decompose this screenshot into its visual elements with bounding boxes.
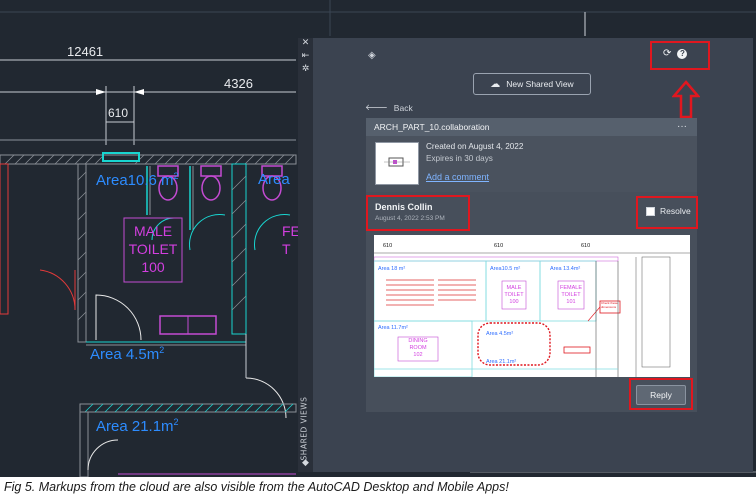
add-comment-link[interactable]: Add a comment (426, 172, 489, 182)
up-arrow-annotation (672, 80, 700, 119)
highlight-box (650, 41, 710, 70)
figure-caption: Fig 5. Markups from the cloud are also v… (4, 480, 509, 494)
markup-dim-label: 610 (581, 243, 591, 249)
room-area-label: Area 21.1m2 (96, 417, 179, 435)
shared-view-thumbnail[interactable] (375, 142, 419, 185)
markup-room-label: Area10.5 m² (490, 266, 521, 272)
collapse-icon[interactable]: ⇤ (300, 51, 311, 61)
dimension-label: 12461 (67, 44, 104, 59)
expiry-text: Expires in 30 days (426, 154, 493, 163)
more-options-icon[interactable]: ··· (677, 118, 687, 136)
thumbnail-drawing (384, 157, 410, 167)
markup-room-label: Area 11.7m² (378, 325, 408, 331)
markup-room-label: Area 4.5m² (486, 331, 514, 337)
new-shared-view-button[interactable]: ☁ New Shared View (473, 73, 591, 95)
autocad-drawing-area[interactable]: 12461 4326 610 Area10.6 m2 Area MALE TOI… (0, 0, 756, 477)
markup-dim-label: 610 (494, 243, 504, 249)
markup-comment: Dennis Collin August 4, 2022 2:53 PM Res… (366, 192, 698, 412)
shared-view-card: ARCH_PART_10.collaboration ··· Created o… (366, 118, 697, 192)
markup-room-label: Area 21.1m² (486, 359, 517, 365)
created-date: Created on August 4, 2022 (426, 142, 524, 151)
close-icon[interactable]: ✕ (300, 38, 311, 48)
room-area-label: Area 4.5m2 (90, 345, 165, 363)
markup-dim-label: 610 (383, 243, 393, 249)
shared-views-palette: ✕ ⇤ ✲ SHARED VIEWS ◆ ◈ ⟳ ? ☁ New Shared … (298, 38, 753, 472)
dimension-label: 4326 (224, 76, 253, 91)
markup-room-label: Area 13.4m² (550, 266, 581, 272)
dimension-label: 610 (108, 106, 129, 120)
markup-room-name: DINING ROOM 102 (408, 338, 428, 358)
room-name-label: MALE TOILET 100 (128, 223, 178, 275)
shared-view-app-icon: ◈ (368, 50, 376, 61)
highlight-box (366, 195, 470, 231)
markup-room-name: MALE TOILET 100 (504, 285, 524, 305)
palette-app-icon: ◆ (302, 458, 309, 468)
room-area-label: Area (258, 171, 290, 188)
cloud-upload-icon: ☁ (490, 78, 501, 90)
highlight-box (636, 196, 698, 229)
palette-side-label: SHARED VIEWS (299, 396, 309, 461)
settings-icon[interactable]: ✲ (300, 64, 311, 74)
markup-note: Check these dimensions (601, 302, 618, 309)
markup-screenshot[interactable]: 610 610 610 Area 18 m² Area10.5 m² Area … (374, 235, 690, 377)
arrow-left-icon: 🡐 (365, 102, 388, 112)
palette-content: ◈ ⟳ ? ☁ New Shared View 🡐 Back ARCH_PART… (313, 38, 753, 472)
palette-title-strip: ✕ ⇤ ✲ SHARED VIEWS ◆ (298, 38, 313, 472)
back-link[interactable]: 🡐 Back (365, 102, 413, 113)
markup-room-name: FEMALE TOILET 101 (559, 285, 582, 305)
markup-room-label: Area 18 m² (378, 266, 406, 272)
highlight-box (629, 378, 693, 410)
shared-view-title: ARCH_PART_10.collaboration ··· (366, 118, 697, 136)
room-area-label: Area10.6 m2 (96, 171, 179, 189)
